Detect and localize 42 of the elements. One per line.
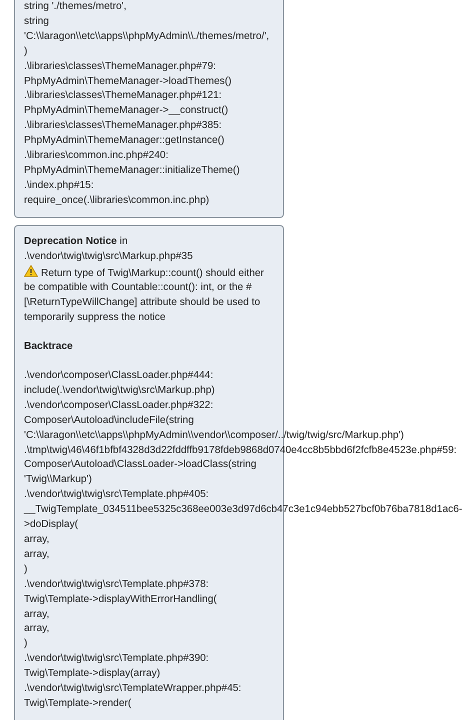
- trace-line: Twig\Template->display(array): [24, 667, 160, 682]
- trace-line: Composer\Autoload\includeFile(string: [24, 414, 194, 428]
- trace-line: array,: [24, 548, 50, 562]
- trace-line: .\tmp\twig\46\46f1bfbf4328d3d22fddffb9178fdeb9868d0740e4cc8b5bbd6f2fcfb8e4523e.php#59:: [24, 444, 457, 458]
- trace-line: include(.\vendor\twig\twig\src\Markup.php): [24, 384, 215, 398]
- trace-line: ): [24, 44, 28, 59]
- trace-line: >doDisplay(: [24, 518, 78, 532]
- warning-icon: [24, 264, 38, 276]
- trace-line: ): [24, 637, 28, 652]
- trace-line: .\libraries\classes\ThemeManager.php#79:: [24, 60, 216, 74]
- notice-heading: Deprecation Notice in: [24, 234, 128, 249]
- notice-file: .\vendor\twig\twig\src\Markup.php#35: [24, 250, 193, 264]
- trace-line: 'Twig\\Markup'): [24, 473, 92, 488]
- trace-line: .\vendor\composer\ClassLoader.php#444:: [24, 369, 214, 384]
- trace-line: array,: [24, 533, 50, 547]
- trace-line: __TwigTemplate_034511bee5325c368ee003e3d97d6cb47c3e1c94ebb527bcf0b76ba7818d1ac6-: [24, 503, 462, 518]
- trace-line: .\index.php#15:: [24, 178, 94, 193]
- trace-line: array,: [24, 622, 50, 636]
- trace-line: string: [24, 14, 49, 29]
- trace-line: PhpMyAdmin\ThemeManager::initializeTheme(): [24, 164, 240, 178]
- trace-line: array,: [24, 608, 50, 622]
- trace-line: 'C:\\laragon\\etc\\apps\\phpMyAdmin\\./themes/metro/',: [24, 30, 270, 44]
- trace-line: .\vendor\twig\twig\src\TemplateWrapper.php#45:: [24, 682, 242, 696]
- trace-line: PhpMyAdmin\ThemeManager->__construct(): [24, 104, 228, 118]
- trace-line: ): [24, 562, 28, 577]
- trace-line: PhpMyAdmin\ThemeManager->loadThemes(): [24, 74, 232, 89]
- notice-message: Return type of Twig\Markup::count() should either be compatible with Countable::count(): int, or the #[\ReturnTypeWillChange] attribute should be used to temporarily suppress the notice: [24, 264, 274, 326]
- trace-line: 'C:\\laragon\\etc\\apps\\phpMyAdmin\\vendor\\composer/../twig/twig/src/Markup.php'): [24, 428, 404, 443]
- backtrace-title: Backtrace: [24, 340, 74, 354]
- trace-line: .\libraries\common.inc.php#240:: [24, 149, 168, 164]
- trace-line: .\libraries\classes\ThemeManager.php#385:: [24, 119, 222, 134]
- trace-line: .\vendor\twig\twig\src\Template.php#378:: [24, 578, 209, 592]
- trace-line: .\vendor\twig\twig\src\Template.php#390:: [24, 652, 209, 666]
- trace-line: Composer\Autoload\ClassLoader->loadClass(string: [24, 458, 256, 472]
- trace-line: Twig\Template->render(: [24, 696, 132, 711]
- trace-line: .\vendor\twig\twig\src\Template.php#405:: [24, 488, 209, 502]
- trace-line: string './themes/metro',: [24, 0, 126, 14]
- trace-line: Twig\Template->displayWithErrorHandling(: [24, 592, 217, 607]
- trace-line: .\vendor\composer\ClassLoader.php#322:: [24, 398, 214, 413]
- trace-line: .\libraries\classes\ThemeManager.php#121:: [24, 89, 222, 104]
- trace-line: PhpMyAdmin\ThemeManager::getInstance(): [24, 134, 224, 148]
- trace-line: require_once(.\libraries\common.inc.php): [24, 194, 210, 208]
